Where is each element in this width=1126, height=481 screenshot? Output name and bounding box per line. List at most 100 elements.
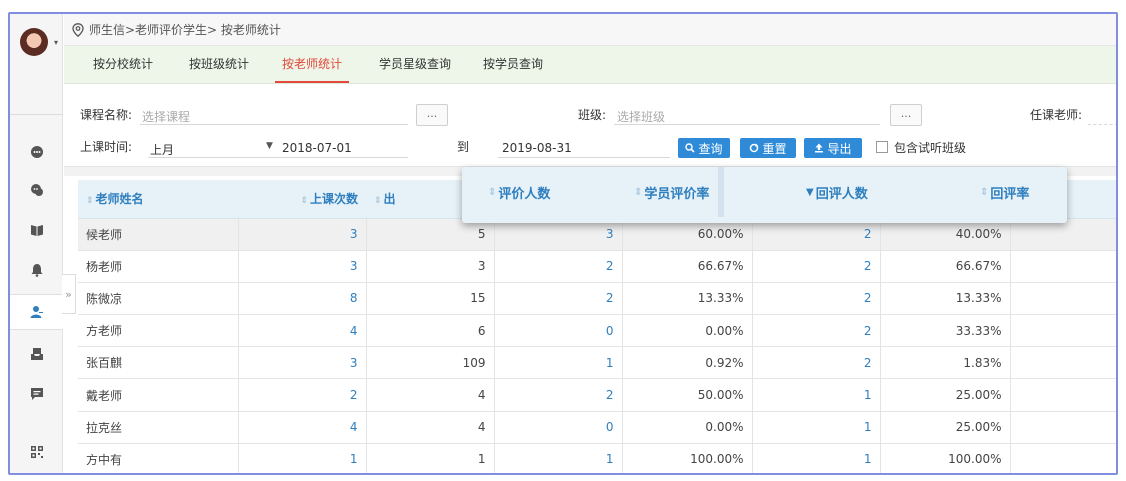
reset-button-label: 重置 xyxy=(762,141,787,156)
class-count-cell[interactable]: 4 xyxy=(238,411,367,444)
sidebar-item-comments[interactable] xyxy=(10,376,63,412)
table-row[interactable]: 杨老师 3 3 2 66.67% 2 66.67% xyxy=(78,250,1116,283)
sidebar-item-book[interactable] xyxy=(10,212,63,248)
tab-student-star-query[interactable]: 学员星级查询 xyxy=(374,46,456,83)
class-count-cell[interactable]: 3 xyxy=(238,218,367,251)
float-col-reply-rate-label: 回评率 xyxy=(990,186,1030,202)
query-button[interactable]: 查询 xyxy=(678,138,730,158)
time-range-caret-icon[interactable]: ▼ xyxy=(266,141,273,151)
teacher-name-cell: 张百麒 xyxy=(78,346,239,380)
teacher-label: 任课老师: xyxy=(1030,108,1083,122)
reply-count-cell[interactable]: 1 xyxy=(752,443,881,473)
sidebar-item-messages[interactable] xyxy=(10,172,63,208)
reply-count-cell[interactable]: 1 xyxy=(752,378,881,412)
float-col-reply-count-label: 回评人数 xyxy=(815,186,868,202)
class-select-underline xyxy=(614,124,880,125)
evaluator-count-cell[interactable]: 0 xyxy=(494,411,623,444)
table-row[interactable]: 陈微凉 8 15 2 13.33% 2 13.33% xyxy=(78,282,1116,316)
blank-cell xyxy=(1010,411,1116,444)
reply-rate-cell: 25.00% xyxy=(880,378,1011,412)
sidebar-item-chat[interactable] xyxy=(10,134,63,170)
search-icon xyxy=(685,143,696,153)
evaluator-count-cell[interactable]: 2 xyxy=(494,250,623,283)
class-count-cell[interactable]: 3 xyxy=(238,250,367,283)
reply-rate-cell: 13.33% xyxy=(880,282,1011,316)
col-teacher-name-label: 老师姓名 xyxy=(95,192,144,207)
blank-cell xyxy=(1010,282,1116,316)
blank-cell xyxy=(1010,314,1116,348)
trial-class-checkbox[interactable] xyxy=(876,141,888,153)
query-button-label: 查询 xyxy=(698,141,723,156)
reply-count-cell[interactable]: 2 xyxy=(752,346,881,380)
tab-bar: 按分校统计 按班级统计 按老师统计 学员星级查询 按学员查询 xyxy=(64,46,1116,84)
tab-by-class[interactable]: 按班级统计 xyxy=(184,46,254,83)
float-col-evaluation-rate[interactable]: ⇕ 学员评价率 xyxy=(634,167,709,217)
class-count-cell[interactable]: 3 xyxy=(238,346,367,380)
reply-count-cell[interactable]: 2 xyxy=(752,314,881,348)
sidebar-item-evaluation[interactable] xyxy=(10,294,63,330)
table-row[interactable]: 方老师 4 6 0 0.00% 2 33.33% xyxy=(78,314,1116,348)
teacher-stats-table: ⇕ 老师姓名 ⇕ 上课次数 ⇕ 出 候老师 3 5 3 60.00% 2 40.00% 杨老师 3 3 2… xyxy=(78,180,1116,473)
class-count-cell[interactable]: 8 xyxy=(238,282,367,316)
time-range-select[interactable]: 上月 xyxy=(150,141,174,158)
evaluation-rate-cell: 50.00% xyxy=(622,378,753,412)
breadcrumb: 师生信>老师评价学生> 按老师统计 xyxy=(89,23,281,37)
class-count-cell[interactable]: 1 xyxy=(238,443,367,473)
evaluator-count-cell[interactable]: 1 xyxy=(494,443,623,473)
col-teacher-name[interactable]: ⇕ 老师姓名 xyxy=(78,180,238,219)
evaluator-count-cell[interactable]: 0 xyxy=(494,314,623,348)
float-col-reply-count[interactable]: ▼ 回评人数 xyxy=(806,167,868,217)
reply-count-cell[interactable]: 2 xyxy=(752,250,881,283)
evaluation-rate-cell: 0.00% xyxy=(622,411,753,444)
reset-button[interactable]: 重置 xyxy=(740,138,796,158)
table-row[interactable]: 张百麒 3 109 1 0.92% 2 1.83% xyxy=(78,346,1116,380)
class-count-cell[interactable]: 2 xyxy=(238,378,367,412)
to-label: 到 xyxy=(457,140,470,154)
float-col-reply-rate[interactable]: ⇕ 回评率 xyxy=(980,167,1029,217)
reply-count-cell[interactable]: 1 xyxy=(752,411,881,444)
trial-class-label: 包含试听班级 xyxy=(894,141,967,155)
sidebar-item-inbox[interactable] xyxy=(10,336,63,372)
avatar[interactable] xyxy=(20,28,48,56)
teacher-name-cell: 候老师 xyxy=(78,218,239,251)
sidebar-divider xyxy=(10,114,63,115)
book-icon xyxy=(30,225,43,236)
reply-count-cell[interactable]: 2 xyxy=(752,282,881,316)
export-button[interactable]: 导出 xyxy=(804,138,862,158)
teacher-name-cell: 方中有 xyxy=(78,443,239,473)
class-picker-button[interactable]: ... xyxy=(890,104,922,126)
end-date-input[interactable]: 2019-08-31 xyxy=(502,141,572,155)
evaluator-count-cell[interactable]: 2 xyxy=(494,378,623,412)
sidebar-collapse-arrow-icon[interactable]: » xyxy=(62,274,76,314)
comment-icon xyxy=(30,388,43,400)
evaluator-count-cell[interactable]: 2 xyxy=(494,282,623,316)
attendance-cell: 15 xyxy=(366,282,495,316)
reply-rate-cell: 25.00% xyxy=(880,411,1011,444)
blank-cell xyxy=(1010,346,1116,380)
course-picker-button[interactable]: ... xyxy=(416,104,448,126)
float-col-evaluator-count[interactable]: ⇕ 评价人数 xyxy=(488,167,550,217)
attendance-cell: 6 xyxy=(366,314,495,348)
class-count-cell[interactable]: 4 xyxy=(238,314,367,348)
teacher-select[interactable] xyxy=(1088,124,1116,125)
sidebar-item-qrcode[interactable] xyxy=(10,434,63,470)
start-date-input[interactable]: 2018-07-01 xyxy=(282,141,352,155)
course-label: 课程名称: xyxy=(80,108,133,122)
tab-by-student[interactable]: 按学员查询 xyxy=(478,46,548,83)
sidebar-item-notice[interactable] xyxy=(10,252,63,288)
tab-by-campus[interactable]: 按分校统计 xyxy=(88,46,158,83)
reply-rate-cell: 33.33% xyxy=(880,314,1011,348)
end-date-underline xyxy=(498,157,670,158)
table-row[interactable]: 拉克丝 4 4 0 0.00% 1 25.00% xyxy=(78,411,1116,444)
tab-by-teacher[interactable]: 按老师统计 xyxy=(275,46,349,83)
avatar-caret-icon[interactable]: ▾ xyxy=(54,38,58,47)
col-class-count[interactable]: ⇕ 上课次数 xyxy=(238,180,366,219)
course-select[interactable]: 选择课程 xyxy=(142,108,190,125)
sidebar: ▾ xyxy=(10,14,63,473)
table-row[interactable]: 方中有 1 1 1 100.00% 1 100.00% xyxy=(78,443,1116,473)
table-row[interactable]: 戴老师 2 4 2 50.00% 1 25.00% xyxy=(78,378,1116,412)
sort-desc-icon: ▼ xyxy=(806,186,814,198)
class-select[interactable]: 选择班级 xyxy=(617,108,665,125)
evaluator-count-cell[interactable]: 1 xyxy=(494,346,623,380)
col-attendance-label: 出 xyxy=(383,192,396,207)
